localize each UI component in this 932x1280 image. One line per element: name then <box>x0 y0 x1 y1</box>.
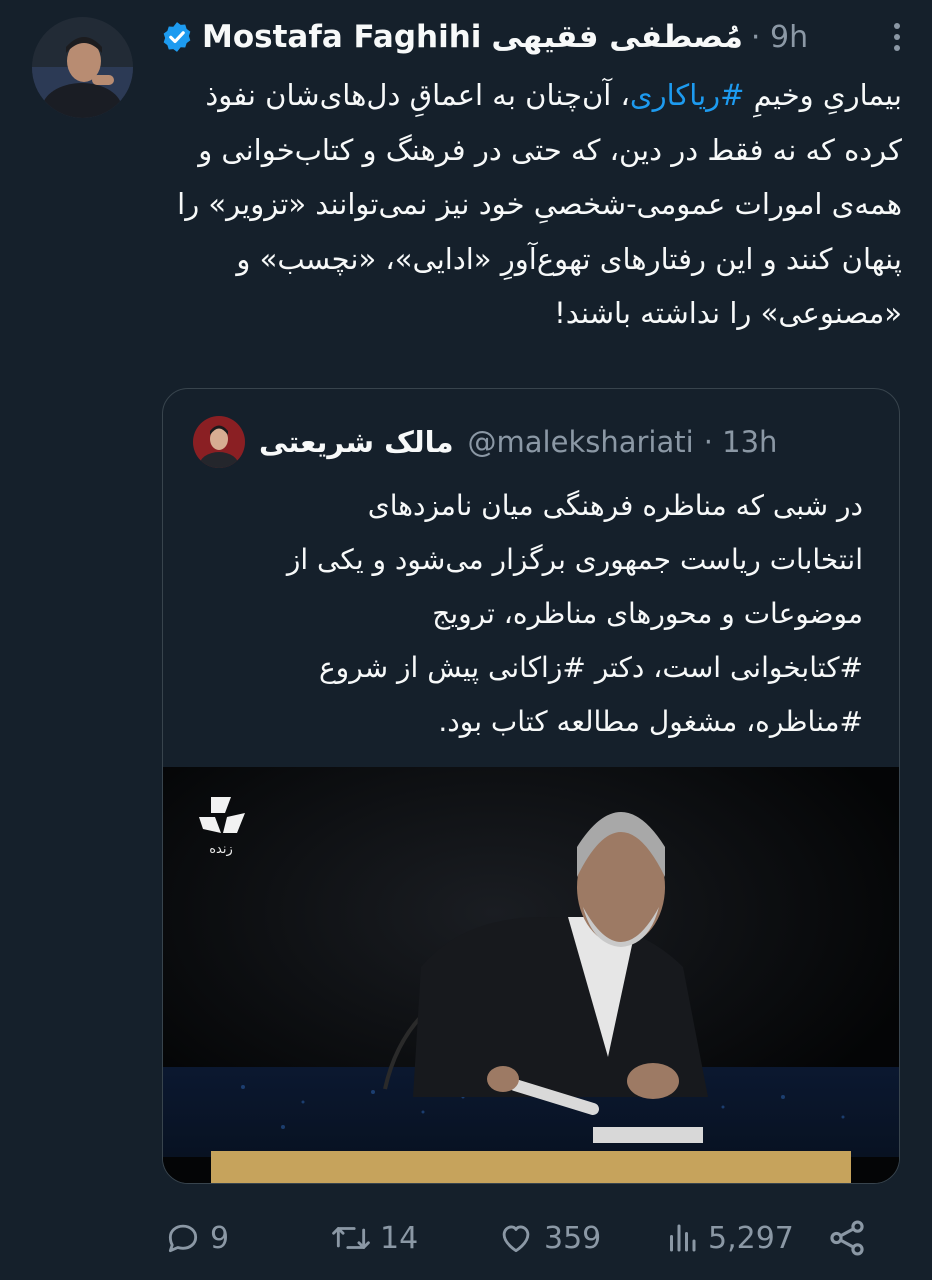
tweet-header: Mostafa Faghihi مُصطفی فقیهی · 9h <box>160 14 912 60</box>
retweet-button[interactable]: 14 <box>330 1208 418 1268</box>
retweet-icon <box>332 1227 370 1249</box>
quoted-avatar <box>193 416 245 468</box>
action-bar: 9 14 359 5,297 <box>0 1208 932 1268</box>
live-label: زنده <box>209 842 233 857</box>
quoted-author-name: مالک شریعتی <box>259 425 454 459</box>
hashtag-link[interactable]: #ریاکاری <box>630 78 745 112</box>
like-icon <box>502 1225 530 1253</box>
quoted-text-line: #کتابخوانی است، دکتر #زاکانی پیش از شروع <box>318 651 863 684</box>
quoted-text-line: #مناظره، مشغول مطالعه کتاب بود. <box>438 705 863 738</box>
views-button[interactable]: 5,297 <box>664 1208 794 1268</box>
tweet-text-part: بیماریِ وخیمِ <box>744 78 902 112</box>
tweet-time[interactable]: · 9h <box>751 20 808 55</box>
views-count: 5,297 <box>708 1220 794 1256</box>
tweet-text-part: ، آن‌چنان به اعماقِ دل‌های‌شان نفوذ کرده… <box>177 78 902 330</box>
quoted-text-line: در شبی که مناظره فرهنگی میان نامزدهای <box>367 489 863 522</box>
like-count: 359 <box>544 1220 602 1256</box>
quoted-header: مالک شریعتی @malekshariati · 13h <box>193 415 879 469</box>
reply-count: 9 <box>210 1220 230 1256</box>
views-icon <box>670 1224 696 1252</box>
author-name-fa[interactable]: مُصطفی فقیهی <box>491 19 743 55</box>
tweet-text: بیماریِ وخیمِ #ریاکاری، آن‌چنان به اعماق… <box>160 68 902 341</box>
quoted-text-line: انتخابات ریاست جمهوری برگزار می‌شود و یک… <box>286 543 863 576</box>
reply-icon <box>168 1224 198 1253</box>
share-icon <box>830 1220 864 1256</box>
share-button[interactable] <box>826 1208 876 1268</box>
quoted-handle: @malekshariati <box>467 425 694 459</box>
quoted-tweet[interactable]: مالک شریعتی @malekshariati · 13h در شبی … <box>162 388 900 1184</box>
quoted-text: در شبی که مناظره فرهنگی میان نامزدهای ان… <box>183 479 863 749</box>
reply-button[interactable]: 9 <box>164 1208 229 1268</box>
more-icon[interactable] <box>882 17 912 57</box>
author-avatar[interactable] <box>32 17 133 118</box>
retweet-count: 14 <box>380 1220 419 1256</box>
quoted-media-image[interactable]: زنده <box>163 767 899 1183</box>
like-button[interactable]: 359 <box>496 1208 601 1268</box>
author-name-en[interactable]: Mostafa Faghihi <box>202 19 481 55</box>
quoted-text-line: موضوعات و محورهای مناظره، ترویج <box>432 597 863 630</box>
verified-badge-icon <box>163 22 191 52</box>
quoted-time: · 13h <box>703 425 778 459</box>
